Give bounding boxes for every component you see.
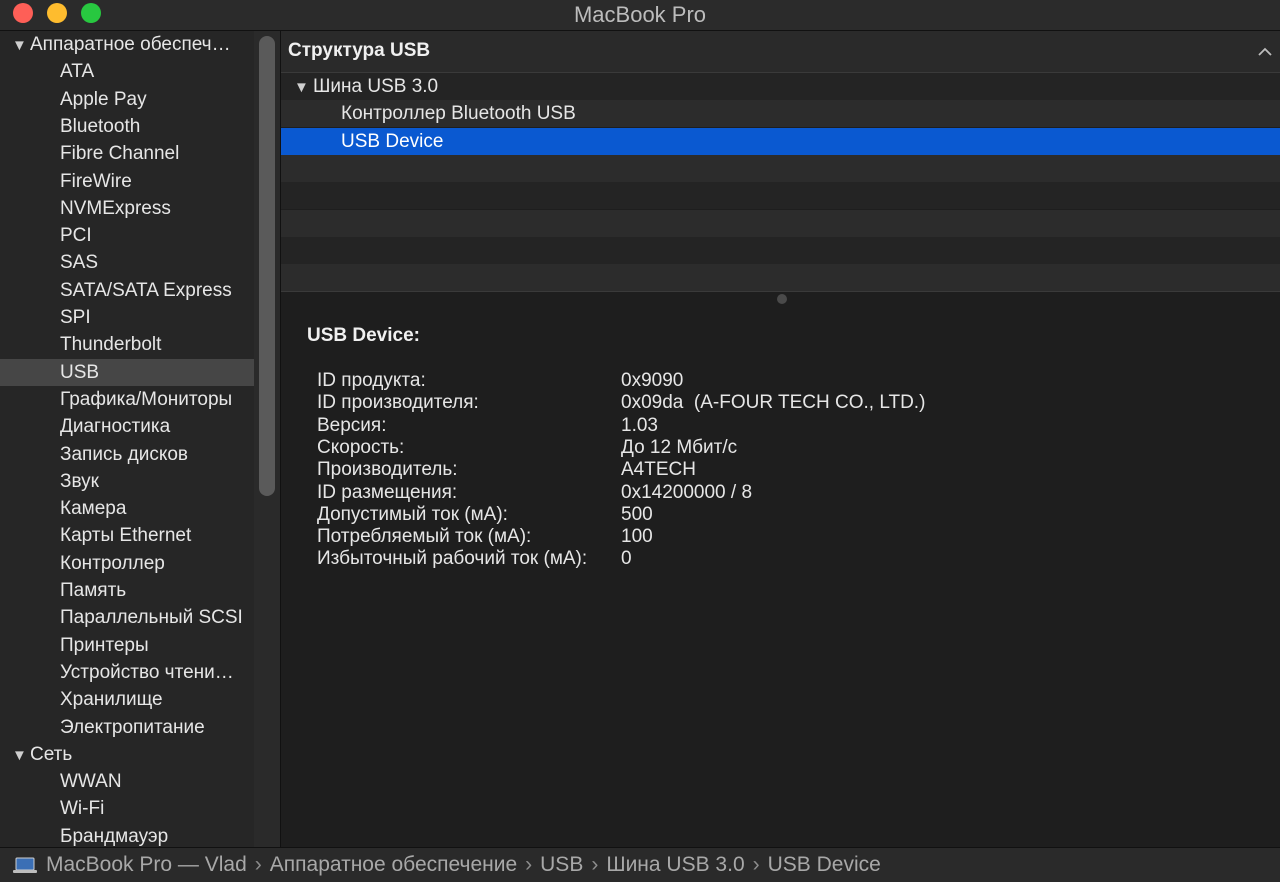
property-label: Потребляемый ток (мА):	[317, 526, 532, 548]
chevron-up-icon[interactable]	[1256, 43, 1274, 61]
chevron-right-icon: ›	[525, 853, 533, 876]
property-value: 500	[621, 503, 653, 525]
breadcrumb: MacBook Pro — Vlad › Аппаратное обеспечени…	[46, 848, 881, 882]
macbook-icon	[13, 857, 37, 873]
sidebar-scrollbar[interactable]	[254, 31, 281, 847]
breadcrumb-item[interactable]: Шина USB 3.0	[606, 853, 744, 876]
tree-row-label: Шина USB 3.0	[313, 76, 439, 97]
property-row: ID размещения: 0x14200000 / 8	[317, 482, 1217, 504]
sidebar-item[interactable]: SATA/SATA Express	[0, 277, 254, 304]
chevron-right-icon: ›	[254, 853, 262, 876]
path-bar: MacBook Pro — Vlad › Аппаратное обеспечени…	[0, 847, 1280, 882]
property-label: ID производителя:	[317, 392, 479, 414]
detail-title: USB Device:	[307, 325, 420, 346]
sidebar-item[interactable]: Камера	[0, 495, 254, 522]
tree-row-label: USB Device	[341, 130, 444, 152]
property-row: Избыточный рабочий ток (мА): 0	[317, 548, 1217, 570]
detail-panel: USB Device: ID продукта: 0x9090 ID произво…	[281, 305, 1280, 847]
sidebar-item[interactable]: Принтеры	[0, 632, 254, 659]
breadcrumb-item[interactable]: MacBook Pro — Vlad	[46, 853, 247, 876]
title-bar: MacBook Pro	[0, 0, 1280, 31]
property-value: 0x9090	[621, 370, 684, 391]
window-title: MacBook Pro	[573, 2, 707, 27]
breadcrumb-item[interactable]: USB Device	[768, 853, 881, 876]
tree-empty-row	[281, 154, 1280, 182]
sidebar: ▼ Аппаратное обеспеч… ATA Apple Pay Bluetoot…	[0, 31, 254, 847]
property-value: 0x09da (A-FOUR TECH CO., LTD.)	[621, 392, 926, 414]
sidebar-item[interactable]: Thunderbolt	[0, 331, 254, 358]
sidebar-item[interactable]: Apple Pay	[0, 86, 254, 113]
split-handle-icon[interactable]	[777, 294, 787, 304]
sidebar-group-label: Аппаратное обеспеч…	[30, 34, 231, 55]
disclosure-triangle-icon[interactable]: ▼	[12, 32, 30, 58]
sidebar-item[interactable]: Bluetooth	[0, 113, 254, 140]
property-label: Версия:	[317, 414, 387, 436]
property-value: До 12 Мбит/с	[621, 436, 738, 458]
breadcrumb-item[interactable]: Аппаратное обеспечение	[270, 853, 517, 876]
sidebar-item[interactable]: Звук	[0, 468, 254, 495]
sidebar-item[interactable]: FireWire	[0, 168, 254, 195]
tree-empty-row	[281, 236, 1280, 264]
tree-row[interactable]: Контроллер Bluetooth USB	[281, 100, 1280, 128]
chevron-right-icon: ›	[752, 853, 760, 876]
property-row: ID производителя: 0x09da (A-FOUR TECH CO.…	[317, 392, 1217, 414]
sidebar-item[interactable]: Устройство чтени…	[0, 659, 254, 686]
property-row: Скорость: До 12 Мбит/с	[317, 437, 1217, 459]
property-value: A4TECH	[621, 459, 696, 481]
property-label: Производитель:	[317, 459, 458, 481]
tree-empty-row	[281, 264, 1280, 292]
sidebar-item[interactable]: Хранилище	[0, 686, 254, 713]
property-row: Потребляемый ток (мА): 100	[317, 526, 1217, 548]
tree-row[interactable]: ▼ Шина USB 3.0	[281, 73, 1280, 100]
sidebar-group[interactable]: ▼ Сеть	[0, 741, 254, 768]
property-label: Допустимый ток (мА):	[317, 503, 508, 525]
split-divider[interactable]	[281, 291, 1280, 306]
sidebar-group-label: Сеть	[30, 743, 73, 765]
disclosure-triangle-icon[interactable]: ▼	[12, 742, 30, 768]
property-value: 0	[621, 548, 632, 570]
sidebar-item[interactable]: Fibre Channel	[0, 140, 254, 167]
sidebar-item[interactable]: SAS	[0, 249, 254, 276]
pane-header: Структура USB	[281, 31, 1280, 73]
property-value: 1.03	[621, 414, 658, 436]
sidebar-item[interactable]: USB	[0, 358, 254, 386]
sidebar-item[interactable]: Параллельный SCSI	[0, 604, 254, 631]
sidebar-item[interactable]: NVMExpress	[0, 195, 254, 222]
sidebar-item[interactable]: PCI	[0, 222, 254, 249]
tree-row[interactable]: USB Device	[281, 127, 1280, 155]
tree-row-label: Контроллер Bluetooth USB	[341, 103, 576, 125]
sidebar-item[interactable]: Карты Ethernet	[0, 522, 254, 549]
sidebar-item[interactable]: SPI	[0, 304, 254, 331]
property-row: ID продукта: 0x9090	[317, 370, 1217, 392]
sidebar-item[interactable]: WWAN	[0, 768, 254, 795]
tree-empty-row	[281, 182, 1280, 210]
chevron-right-icon: ›	[591, 853, 599, 876]
disclosure-triangle-icon[interactable]: ▼	[294, 74, 313, 101]
sidebar-item[interactable]: Контроллер	[0, 550, 254, 577]
sidebar-item[interactable]: Электропитание	[0, 714, 254, 741]
sidebar-item[interactable]: Графика/Мониторы	[0, 386, 254, 413]
sidebar-item[interactable]: Диагностика	[0, 413, 254, 440]
pane-title: Структура USB	[288, 40, 431, 61]
sidebar-item[interactable]: Брандмауэр	[0, 823, 254, 847]
sidebar-scroll-thumb[interactable]	[259, 36, 275, 496]
property-row: Производитель: A4TECH	[317, 459, 1217, 481]
property-value: 100	[621, 526, 653, 548]
property-label: Скорость:	[317, 436, 405, 458]
sidebar-item[interactable]: Wi-Fi	[0, 795, 254, 822]
tree-empty-row	[281, 209, 1280, 237]
property-row: Допустимый ток (мА): 500	[317, 504, 1217, 526]
property-label: ID продукта:	[317, 370, 426, 391]
sidebar-item[interactable]: Запись дисков	[0, 441, 254, 468]
sidebar-item[interactable]: Память	[0, 577, 254, 604]
breadcrumb-item[interactable]: USB	[540, 853, 583, 876]
usb-tree: ▼ Шина USB 3.0 Контроллер Bluetooth USB USB…	[281, 73, 1280, 292]
sidebar-group[interactable]: ▼ Аппаратное обеспеч…	[0, 31, 254, 58]
property-value: 0x14200000 / 8	[621, 481, 753, 503]
property-label: Избыточный рабочий ток (мА):	[317, 548, 588, 570]
sidebar-item[interactable]: ATA	[0, 58, 254, 85]
property-label: ID размещения:	[317, 481, 458, 503]
property-row: Версия: 1.03	[317, 415, 1217, 437]
